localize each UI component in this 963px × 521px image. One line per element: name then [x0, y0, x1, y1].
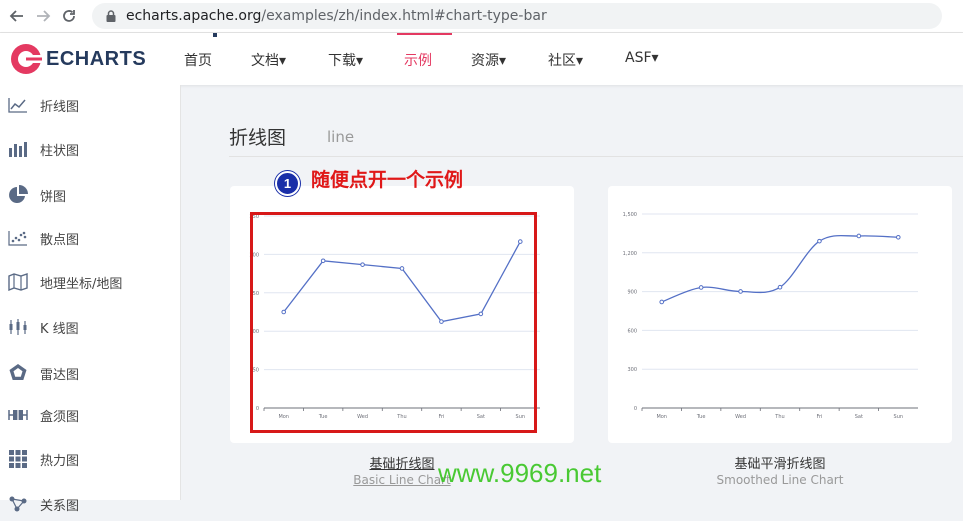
- sidebar-item-label: 热力图: [40, 453, 80, 469]
- sidebar-item-candlestick[interactable]: K 线图: [0, 310, 181, 344]
- nav-examples[interactable]: 示例: [404, 50, 432, 70]
- sidebar-item-heatmap[interactable]: 热力图: [0, 442, 181, 476]
- reload-icon[interactable]: [56, 3, 82, 29]
- pie-chart-icon: [8, 185, 28, 205]
- data-point: [856, 233, 862, 239]
- sidebar-item-label: 柱状图: [40, 143, 80, 159]
- x-tick-label: Tue: [696, 414, 706, 420]
- data-point: [817, 238, 822, 244]
- sidebar-item-label: 盒须图: [40, 409, 80, 425]
- y-tick-label: 600: [627, 328, 637, 334]
- nav-docs[interactable]: 文档▾: [251, 50, 286, 70]
- url-host: echarts.apache.org: [126, 8, 262, 24]
- highlight-box: [250, 212, 537, 433]
- lock-icon: [106, 10, 116, 22]
- example-card-smoothed-line[interactable]: 0 300 600 900 1,200 1,500 Mon Tue Wed Thu Fri Sat Su…: [608, 186, 952, 443]
- x-tick-label: Sun: [894, 414, 904, 420]
- x-tick-label: Thu: [774, 414, 784, 420]
- card-caption[interactable]: 基础平滑折线图: [608, 453, 952, 472]
- x-tick-label: Wed: [735, 414, 746, 420]
- watermark: www.9969.net: [438, 458, 602, 488]
- line-chart-icon: [8, 95, 28, 115]
- sidebar-item-label: 雷达图: [40, 367, 80, 383]
- scatter-chart-icon: [8, 228, 28, 248]
- sidebar-item-boxplot[interactable]: 盒须图: [0, 398, 181, 432]
- nav-download[interactable]: 下载▾: [328, 50, 363, 70]
- sidebar-item-scatter[interactable]: 散点图: [0, 221, 181, 255]
- data-point: [698, 285, 704, 290]
- sidebar-item-bar[interactable]: 柱状图: [0, 132, 181, 166]
- logo-text: ECHARTS: [46, 47, 147, 70]
- echarts-logo[interactable]: ECHARTS: [10, 43, 146, 75]
- graph-icon: [8, 494, 28, 514]
- data-point: [738, 289, 743, 294]
- url-path: /examples/zh/index.html#chart-type-bar: [261, 8, 547, 24]
- sidebar-item-label: 饼图: [40, 189, 67, 205]
- sidebar-item-map[interactable]: 地理坐标/地图: [0, 265, 181, 299]
- sidebar-item-label: K 线图: [40, 321, 79, 337]
- active-nav-indicator: [397, 33, 452, 35]
- nav-resources[interactable]: 资源▾: [471, 50, 506, 70]
- sidebar-item-label: 折线图: [40, 99, 80, 115]
- heatmap-icon: [8, 449, 28, 469]
- section-title: 折线图: [229, 127, 287, 149]
- y-tick-label: 1,500: [623, 212, 637, 218]
- sidebar: 折线图 柱状图 饼图 散点图 地理坐标/地图 K 线图 雷达图 盒须图 热力图 …: [0, 85, 181, 514]
- annotation-badge: 1: [275, 171, 300, 196]
- sidebar-item-label: 散点图: [40, 232, 80, 248]
- candlestick-icon: [8, 317, 28, 337]
- back-icon[interactable]: [4, 3, 30, 29]
- boxplot-icon: [8, 405, 28, 425]
- sidebar-item-line[interactable]: 折线图: [0, 88, 181, 122]
- sidebar-item-label: 地理坐标/地图: [40, 276, 123, 292]
- x-tick-label: Mon: [656, 414, 667, 420]
- echarts-logo-icon: [11, 44, 42, 74]
- data-point: [777, 284, 783, 290]
- browser-toolbar: echarts.apache.org/examples/zh/index.htm…: [0, 0, 963, 33]
- annotation-text: 随便点开一个示例: [311, 169, 464, 191]
- radar-icon: [8, 363, 28, 383]
- sidebar-item-radar[interactable]: 雷达图: [0, 356, 181, 390]
- x-tick-label: Sat: [855, 414, 863, 420]
- data-point: [895, 234, 901, 240]
- nav-community[interactable]: 社区▾: [548, 50, 583, 70]
- y-tick-label: 300: [627, 367, 637, 373]
- site-header: ECHARTS 首页 文档▾ 下载▾ 示例 资源▾ 社区▾ ASF▾: [0, 33, 963, 85]
- data-point: [659, 299, 665, 305]
- nav-home[interactable]: 首页: [184, 50, 212, 70]
- nav-asf[interactable]: ASF▾: [625, 50, 659, 66]
- forward-icon[interactable]: [30, 3, 56, 29]
- smoothed-line-chart: 0 300 600 900 1,200 1,500 Mon Tue Wed Thu Fri Sat Su…: [623, 212, 918, 420]
- header-accent: [213, 33, 217, 37]
- y-tick-label: 900: [627, 290, 637, 296]
- y-tick-label: 1,200: [623, 251, 637, 257]
- sidebar-item-pie[interactable]: 饼图: [0, 178, 181, 212]
- section-subtitle: line: [327, 128, 355, 146]
- title-divider: [229, 156, 963, 157]
- card-caption-sub[interactable]: Smoothed Line Chart: [608, 473, 952, 487]
- bar-chart-icon: [8, 139, 28, 159]
- address-bar[interactable]: echarts.apache.org/examples/zh/index.htm…: [92, 3, 942, 29]
- x-tick-label: Fri: [816, 414, 822, 420]
- y-tick-label: 0: [634, 406, 637, 412]
- sidebar-item-label: 关系图: [40, 498, 80, 514]
- map-icon: [8, 272, 28, 292]
- sidebar-item-graph[interactable]: 关系图: [0, 487, 181, 521]
